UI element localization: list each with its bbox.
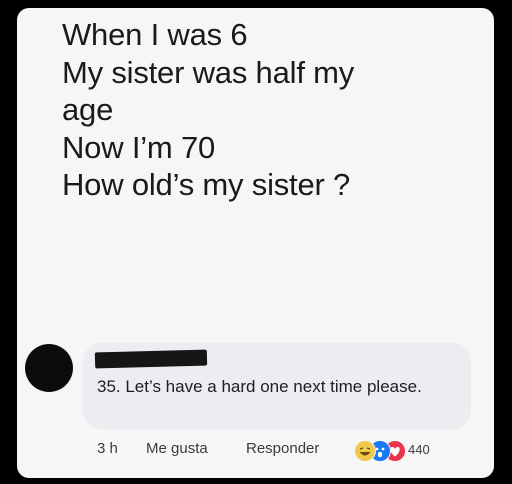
comment: 35. Let’s have a hard one next time plea… <box>17 338 494 478</box>
post-line: Now I’m 70 <box>62 129 216 165</box>
comment-bubble: 35. Let’s have a hard one next time plea… <box>83 343 471 429</box>
reaction-summary[interactable]: 440 <box>354 439 450 462</box>
reaction-count: 440 <box>408 442 430 457</box>
reply-button[interactable]: Responder <box>246 438 319 460</box>
post-line: age <box>62 92 114 127</box>
post-text: When I was 6 My sister was half my age N… <box>62 16 482 204</box>
avatar[interactable] <box>25 344 73 392</box>
post-card: When I was 6 My sister was half my age N… <box>17 8 494 478</box>
post-line: How old’s my sister ? <box>62 167 351 202</box>
comment-text: 35. Let’s have a hard one next time plea… <box>97 377 422 396</box>
post-line: My sister was half my <box>62 54 355 90</box>
commenter-name-redacted[interactable] <box>94 349 208 369</box>
haha-icon <box>354 440 376 462</box>
like-button[interactable]: Me gusta <box>146 438 208 460</box>
post-line: When I was 6 <box>62 17 248 52</box>
comment-timestamp[interactable]: 3 h <box>97 438 118 460</box>
